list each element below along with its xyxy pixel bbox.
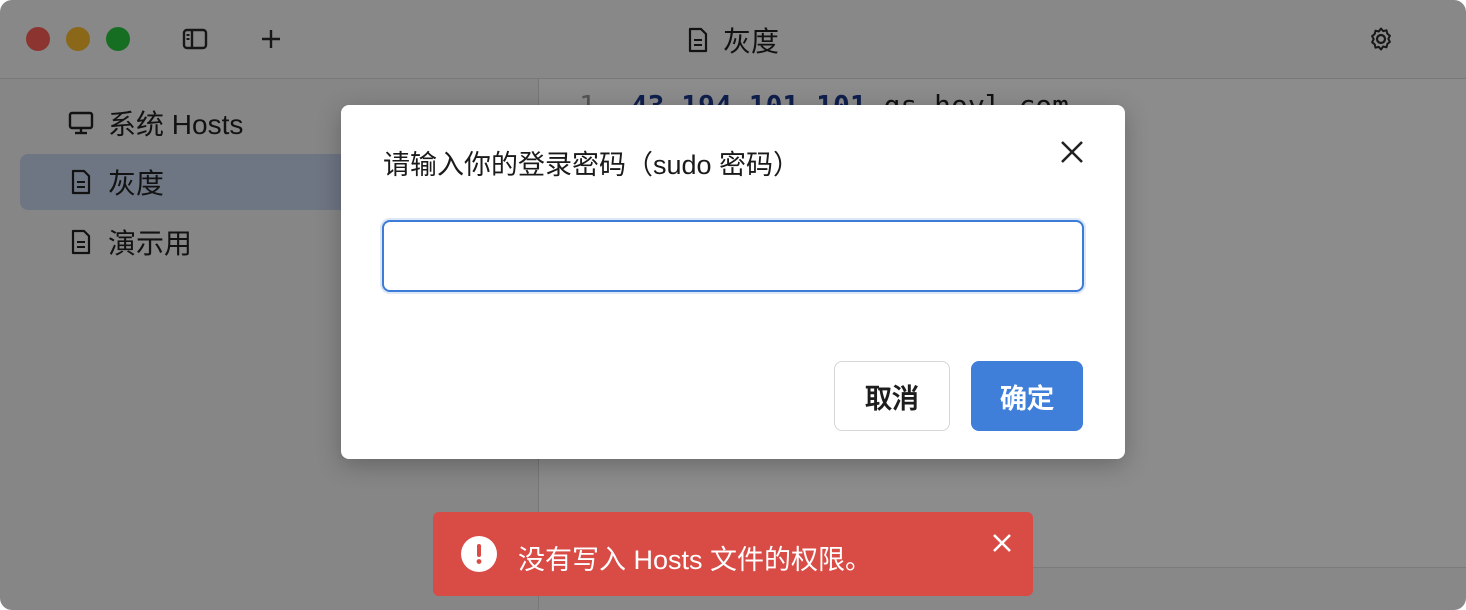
- confirm-button[interactable]: 确定: [971, 361, 1083, 431]
- app-window: 灰度 系统 Hosts 灰度 演示用 请输入你的登录密码（sudo 密码） 取消…: [0, 0, 1466, 610]
- close-icon: [993, 534, 1011, 552]
- dialog-close-button[interactable]: [1057, 137, 1087, 167]
- error-toast: 没有写入 Hosts 文件的权限。: [433, 512, 1033, 596]
- error-icon: [461, 536, 497, 572]
- dialog-title: 请输入你的登录密码（sudo 密码）: [383, 150, 801, 180]
- toast-close-button[interactable]: [989, 530, 1015, 556]
- password-dialog: 请输入你的登录密码（sudo 密码） 取消 确定: [341, 105, 1125, 459]
- cancel-button[interactable]: 取消: [834, 361, 950, 431]
- close-icon: [1061, 141, 1083, 163]
- toast-message: 没有写入 Hosts 文件的权限。: [518, 545, 873, 575]
- password-input[interactable]: [382, 220, 1084, 292]
